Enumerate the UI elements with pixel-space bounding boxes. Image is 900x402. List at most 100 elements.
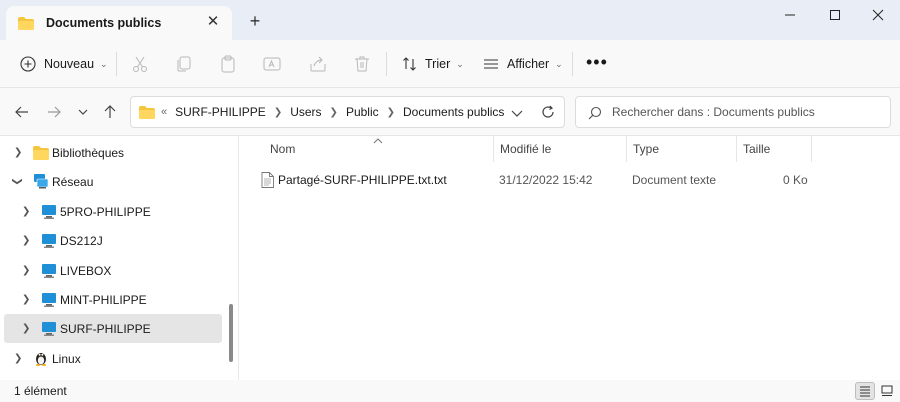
copy-icon[interactable] [174, 54, 194, 74]
more-options-icon[interactable]: ••• [586, 50, 608, 74]
expand-chevron-icon[interactable]: ❯ [22, 265, 30, 276]
nav-item-ds212j[interactable]: ❯ DS212J [4, 226, 222, 255]
paste-icon[interactable] [218, 54, 238, 74]
rename-icon[interactable] [262, 54, 282, 74]
expand-chevron-icon[interactable]: ❯ [14, 353, 22, 364]
expand-chevron-icon[interactable]: ❯ [14, 147, 22, 158]
column-divider[interactable] [811, 136, 812, 162]
nav-item-surf-philippe[interactable]: ❯ SURF-PHILIPPE [4, 314, 222, 343]
address-bar[interactable]: « SURF-PHILIPPE ❯ Users ❯ Public ❯ Docum… [130, 96, 565, 128]
computer-icon [42, 205, 56, 219]
tux-penguin-icon [35, 353, 47, 366]
libraries-folder-icon [33, 146, 49, 160]
navigation-pane: ❯ Bibliothèques ❯ Réseau ❯ 5PRO-PHILIPPE… [0, 136, 238, 380]
minimize-icon[interactable] [780, 8, 800, 26]
nav-scrollbar-thumb[interactable] [229, 304, 233, 362]
column-header-label: Nom [270, 142, 296, 156]
nav-item-5pro-philippe[interactable]: ❯ 5PRO-PHILIPPE [4, 197, 222, 226]
breadcrumb-documents-publics[interactable]: Documents publics [403, 105, 504, 119]
status-bar: 1 élément [0, 380, 900, 402]
computer-icon [42, 322, 56, 336]
view-button-label: Afficher [507, 57, 550, 71]
nav-label: SURF-PHILIPPE [60, 321, 151, 336]
cut-icon[interactable] [130, 54, 150, 74]
chevron-down-icon: ⌄ [100, 58, 108, 69]
breadcrumb-chevron-icon[interactable]: ❯ [330, 107, 338, 118]
computer-icon [42, 293, 56, 307]
navigation-row: « SURF-PHILIPPE ❯ Users ❯ Public ❯ Docum… [0, 88, 900, 136]
window-close-icon[interactable] [868, 8, 888, 26]
expand-chevron-icon[interactable]: ❯ [22, 294, 30, 305]
computer-icon [42, 264, 56, 278]
close-tab-icon[interactable]: ✕ [206, 14, 220, 29]
maximize-icon[interactable] [825, 8, 845, 26]
toolbar-divider [116, 52, 117, 76]
new-tab-icon[interactable]: + [246, 12, 264, 31]
nav-item-bibliotheques[interactable]: ❯ Bibliothèques [4, 138, 222, 167]
column-divider[interactable] [493, 136, 494, 162]
folder-icon [18, 16, 34, 30]
nav-label: 5PRO-PHILIPPE [60, 204, 151, 219]
back-arrow-icon[interactable] [14, 104, 30, 120]
chevron-down-icon: ⌄ [555, 58, 563, 69]
column-header-type[interactable]: Type [633, 136, 659, 162]
delete-icon[interactable] [352, 54, 372, 74]
column-header-label: Taille [743, 142, 771, 156]
nav-label: LIVEBOX [60, 263, 112, 278]
nav-item-reseau[interactable]: ❯ Réseau [4, 167, 222, 196]
details-view-icon[interactable] [855, 382, 875, 400]
tab-title: Documents publics [46, 16, 162, 30]
file-size: 0 Ko [783, 173, 808, 187]
sort-button[interactable]: Trier ⌄ [402, 52, 464, 76]
command-bar: Nouveau ⌄ Trier ⌄ Afficher ⌄ ••• [0, 40, 900, 88]
sort-icon [403, 57, 416, 71]
address-overflow[interactable]: « [161, 106, 167, 118]
sort-ascending-icon [373, 136, 383, 146]
search-icon [588, 106, 602, 120]
file-modified: 31/12/2022 15:42 [499, 173, 593, 187]
table-row[interactable]: Partagé-SURF-PHILIPPE.txt.txt 31/12/2022… [259, 168, 819, 192]
file-name: Partagé-SURF-PHILIPPE.txt.txt [278, 173, 447, 187]
breadcrumb-public[interactable]: Public [346, 105, 379, 119]
new-button-label: Nouveau [44, 57, 95, 71]
search-placeholder: Rechercher dans : Documents publics [612, 105, 815, 119]
view-button[interactable]: Afficher ⌄ [483, 52, 563, 76]
share-icon[interactable] [308, 54, 328, 74]
column-divider[interactable] [736, 136, 737, 162]
search-input[interactable]: Rechercher dans : Documents publics [575, 96, 891, 128]
file-type: Document texte [632, 173, 717, 187]
expand-chevron-icon[interactable]: ❯ [22, 206, 30, 217]
expand-chevron-icon[interactable]: ❯ [22, 323, 30, 334]
refresh-icon[interactable] [541, 105, 555, 119]
column-divider[interactable] [626, 136, 627, 162]
item-count: 1 élément [14, 384, 67, 398]
collapse-chevron-icon[interactable]: ❯ [12, 177, 23, 185]
nav-item-mint-philippe[interactable]: ❯ MINT-PHILIPPE [4, 285, 222, 314]
view-lines-icon [484, 59, 498, 69]
breadcrumb-users[interactable]: Users [290, 105, 321, 119]
column-header-name[interactable]: Nom [270, 136, 295, 162]
title-bar: Documents publics ✕ + [0, 0, 900, 40]
forward-arrow-icon[interactable] [46, 104, 62, 120]
toolbar-divider [386, 52, 387, 76]
up-arrow-icon[interactable] [102, 104, 118, 120]
sort-button-label: Trier [425, 57, 451, 71]
nav-item-livebox[interactable]: ❯ LIVEBOX [4, 256, 222, 285]
breadcrumb-chevron-icon[interactable]: ❯ [274, 107, 282, 118]
tab-documents-publics[interactable]: Documents publics ✕ [6, 6, 232, 40]
computer-icon [42, 234, 56, 248]
expand-chevron-icon[interactable]: ❯ [22, 235, 30, 246]
nav-item-linux[interactable]: ❯ Linux [4, 344, 222, 373]
new-button[interactable]: Nouveau ⌄ [20, 52, 108, 76]
nav-label: Bibliothèques [52, 145, 125, 160]
tiles-view-icon[interactable] [877, 382, 897, 400]
chevron-down-icon: ⌄ [456, 58, 464, 69]
network-icon [34, 174, 49, 189]
breadcrumb-chevron-icon[interactable]: ❯ [387, 107, 395, 118]
address-dropdown-icon[interactable] [510, 106, 524, 120]
file-list: Nom Modifié le Type Taille Partagé-SURF-… [238, 136, 900, 380]
column-header-size[interactable]: Taille [743, 136, 770, 162]
recent-locations-icon[interactable] [75, 104, 91, 120]
breadcrumb-surf-philippe[interactable]: SURF-PHILIPPE [175, 105, 266, 119]
column-header-modified[interactable]: Modifié le [500, 136, 551, 162]
